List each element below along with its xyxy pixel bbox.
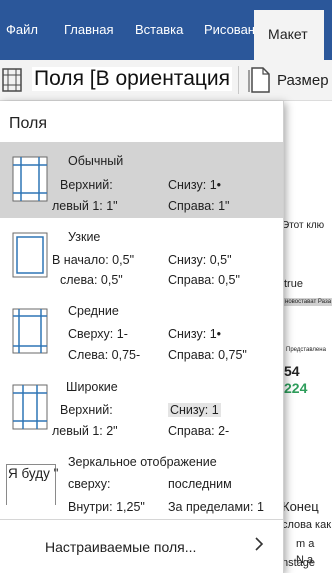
doc-text: nstage xyxy=(282,557,316,569)
doc-text: слова как xyxy=(282,519,332,531)
option-title: Узкие xyxy=(68,230,101,244)
page-margins-normal-icon xyxy=(12,156,48,207)
custom-margins-item[interactable]: Настраиваемые поля... xyxy=(0,529,283,565)
toolbar-divider xyxy=(238,66,239,94)
option-left-value: левый 1: 2" xyxy=(52,424,118,438)
option-title: Зеркальное отображение xyxy=(68,455,217,469)
tab-layout[interactable]: Макет xyxy=(254,10,324,60)
page-margins-wide-icon xyxy=(12,384,48,435)
option-right-value: За пределами: 1 xyxy=(168,500,264,514)
page-margins-narrow-icon xyxy=(12,232,48,283)
margins-grid-icon[interactable] xyxy=(2,68,22,97)
option-top-value: сверху: xyxy=(68,477,111,491)
doc-text: новостават Раза xyxy=(282,298,332,306)
ribbon-tabs: Файл Главная Вставка Рисование Макет xyxy=(0,0,332,60)
option-top-value: Верхний: xyxy=(60,178,113,192)
option-left-value: Слева: 0,75- xyxy=(68,348,141,362)
option-top-value: В начало: 0,5" xyxy=(52,253,135,267)
option-title: Широкие xyxy=(66,380,118,394)
option-right-value: Справа: 2- xyxy=(168,424,230,438)
margins-menu-header: Поля xyxy=(9,115,48,132)
menu-divider xyxy=(0,519,283,520)
layout-toolbar: Поля [В ориентация Размер xyxy=(0,60,332,101)
margin-option-mirrored[interactable]: Я буду " Зеркальное отображение сверху: … xyxy=(0,446,283,522)
mirrored-icon-text: Я буду " xyxy=(8,466,59,481)
page-size-label[interactable]: Размер xyxy=(277,72,329,89)
option-title: Средние xyxy=(68,304,119,318)
tab-insert[interactable]: Вставка xyxy=(135,22,183,37)
option-right-value: Справа: 0,5" xyxy=(168,273,240,287)
chevron-right-icon xyxy=(254,537,264,556)
option-left-value: слева: 0,5" xyxy=(60,273,123,287)
option-top-value: Сверху: 1- xyxy=(68,327,128,341)
doc-number-green: 224 xyxy=(284,380,308,396)
margin-option-moderate[interactable]: Средние Сверху: 1- Снизу: 1• Слева: 0,75… xyxy=(0,294,283,370)
page-margins-moderate-icon xyxy=(12,308,48,359)
doc-number: 54 xyxy=(284,363,300,379)
margin-option-narrow[interactable]: Узкие В начало: 0,5" Снизу: 0,5" слева: … xyxy=(0,218,283,294)
custom-margins-label: Настраиваемые поля... xyxy=(45,539,197,555)
margins-orientation-button[interactable]: Поля [В ориентация xyxy=(32,67,233,91)
page-size-icon[interactable] xyxy=(248,66,272,99)
option-bottom-value: Снизу: 1• xyxy=(168,327,222,341)
option-top-value: Верхний: xyxy=(60,403,113,417)
option-bottom-value: Снизу: 1 xyxy=(168,403,221,417)
doc-text: Конец xyxy=(282,499,319,514)
tab-file[interactable]: Файл xyxy=(6,22,38,37)
margin-option-normal[interactable]: Обычный Верхний: Снизу: 1• левый 1: 1" С… xyxy=(0,142,283,218)
option-title: Обычный xyxy=(68,154,124,168)
doc-text: true xyxy=(284,278,303,290)
option-right-value: Справа: 0,75" xyxy=(168,348,247,362)
doc-text: m а xyxy=(296,538,315,550)
document-page: Этот клю true новостават Раза Представле… xyxy=(280,101,332,573)
option-bottom-value: Снизу: 1• xyxy=(168,178,222,192)
option-left-value: Внутри: 1,25" xyxy=(68,500,145,514)
tab-home[interactable]: Главная xyxy=(64,22,113,37)
margins-dropdown: Поля Обычный Верхний: Снизу: 1• левый 1:… xyxy=(0,101,284,573)
doc-text: Этот клю xyxy=(282,220,325,231)
doc-text: Представлена xyxy=(286,347,326,353)
option-right-value: Справа: 1" xyxy=(168,199,230,213)
option-bottom-value: последним xyxy=(168,477,232,491)
margin-option-wide[interactable]: Широкие Верхний: Снизу: 1 левый 1: 2" Сп… xyxy=(0,370,283,446)
option-bottom-value: Снизу: 0,5" xyxy=(168,253,232,267)
option-left-value: левый 1: 1" xyxy=(52,199,118,213)
